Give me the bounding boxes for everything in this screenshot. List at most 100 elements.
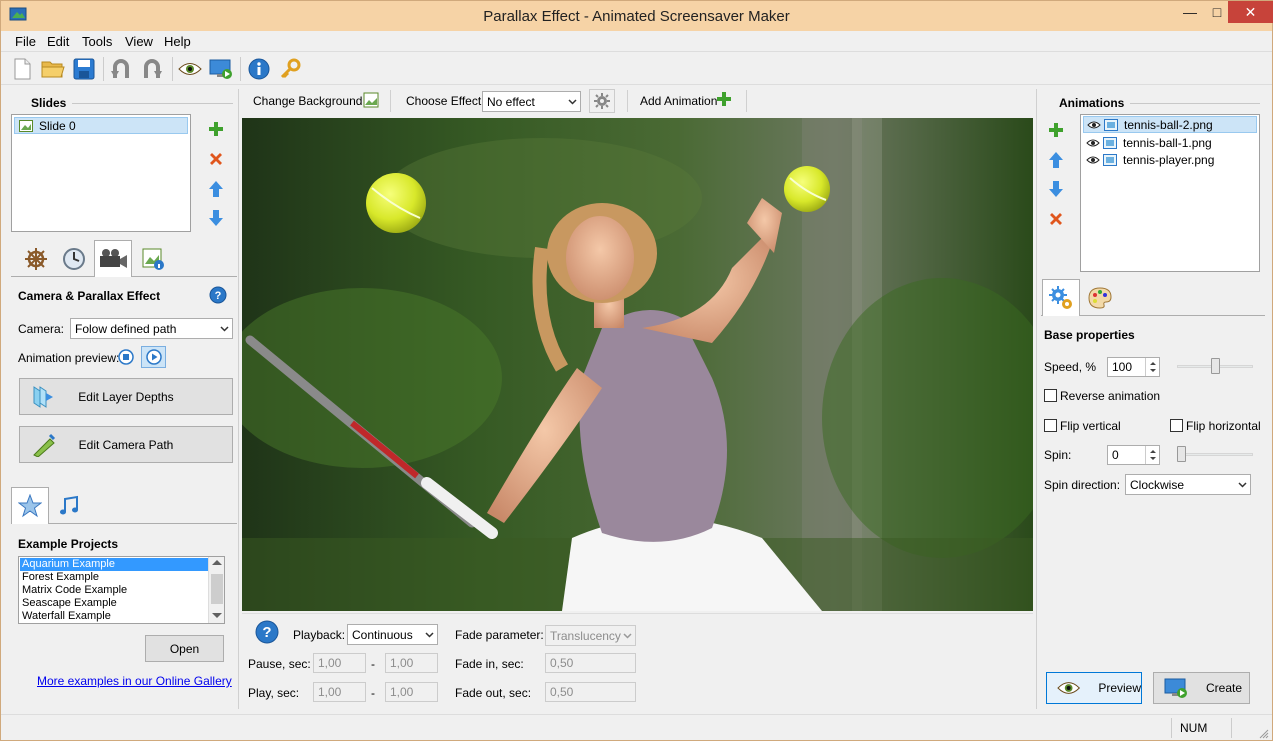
animation-item[interactable]: tennis-player.png	[1083, 151, 1257, 168]
menu-view[interactable]: View	[125, 34, 153, 49]
example-list-scrollbar[interactable]	[208, 557, 224, 623]
reverse-animation-checkbox[interactable]	[1044, 389, 1057, 402]
pause-from-field[interactable]: 1,00	[313, 653, 366, 673]
animation-item[interactable]: tennis-ball-2.png	[1083, 116, 1257, 133]
example-item[interactable]: Matrix Code Example	[20, 584, 208, 597]
scroll-down-icon[interactable]	[212, 613, 222, 618]
preview-stop-button[interactable]	[117, 348, 135, 369]
pause-dash: -	[371, 657, 375, 671]
example-projects-list[interactable]: Aquarium Example Forest Example Matrix C…	[18, 556, 225, 624]
tab-base-properties[interactable]	[1042, 279, 1080, 316]
example-item[interactable]: Waterfall Example	[20, 610, 208, 623]
preview-play-button[interactable]	[141, 346, 166, 368]
spin-stepper[interactable]	[1145, 446, 1159, 464]
speed-slider-thumb[interactable]	[1210, 358, 1220, 374]
pause-to-field[interactable]: 1,00	[385, 653, 438, 673]
spin-direction-select[interactable]: Clockwise	[1125, 474, 1251, 495]
preview-toolbar-button[interactable]	[177, 56, 203, 82]
scroll-thumb[interactable]	[211, 574, 223, 604]
tab-effects[interactable]	[17, 241, 55, 277]
spin-slider-track[interactable]	[1177, 453, 1253, 456]
fade-in-field[interactable]: 0,50	[545, 653, 636, 673]
tab-timing[interactable]	[55, 241, 93, 277]
create-button[interactable]: Create	[1153, 672, 1250, 704]
close-button[interactable]: ✕	[1228, 1, 1273, 23]
camera-help-button[interactable]: ?	[209, 286, 227, 307]
move-slide-down-button[interactable]	[206, 208, 226, 228]
example-item[interactable]: Seascape Example	[20, 597, 208, 610]
edit-layer-depths-button[interactable]: Edit Layer Depths	[19, 378, 233, 415]
play-from-field[interactable]: 1,00	[313, 682, 366, 702]
window-title: Parallax Effect - Animated Screensaver M…	[483, 8, 790, 25]
effect-settings-button[interactable]	[589, 89, 615, 113]
save-button[interactable]	[71, 56, 97, 82]
example-item[interactable]: Aquarium Example	[20, 558, 208, 571]
visibility-eye-icon[interactable]	[1086, 155, 1100, 165]
move-animation-up-button[interactable]	[1046, 150, 1066, 170]
arrow-up-icon	[209, 181, 223, 197]
animation-item[interactable]: tennis-ball-1.png	[1083, 134, 1257, 151]
preview-canvas[interactable]	[242, 118, 1033, 611]
tennis-ball-2	[366, 173, 426, 233]
menu-edit[interactable]: Edit	[47, 34, 69, 49]
change-background-button[interactable]: Change Background	[253, 94, 362, 108]
camera-panel-title: Camera & Parallax Effect	[18, 289, 161, 303]
tab-layer-info[interactable]	[134, 241, 172, 277]
register-button[interactable]	[277, 56, 303, 82]
spin-slider-thumb[interactable]	[1177, 446, 1186, 462]
eye-icon	[178, 63, 202, 75]
add-animation-icon[interactable]	[716, 91, 732, 110]
preview-button[interactable]: Preview	[1046, 672, 1142, 704]
add-slide-button[interactable]	[206, 119, 226, 139]
new-file-icon	[14, 58, 31, 80]
new-file-button[interactable]	[9, 56, 35, 82]
add-animation-side-button[interactable]	[1046, 120, 1066, 140]
slide-item[interactable]: Slide 0	[14, 117, 188, 134]
menu-file[interactable]: File	[15, 34, 36, 49]
fade-parameter-label: Fade parameter:	[455, 628, 544, 642]
speed-stepper[interactable]	[1145, 358, 1159, 376]
tab-examples[interactable]	[11, 487, 49, 524]
flip-vertical-checkbox[interactable]	[1044, 419, 1057, 432]
about-button[interactable]	[246, 56, 272, 82]
play-to-field[interactable]: 1,00	[385, 682, 438, 702]
change-background-icon[interactable]	[363, 92, 379, 111]
move-animation-down-button[interactable]	[1046, 179, 1066, 199]
visibility-eye-icon[interactable]	[1087, 120, 1101, 130]
menu-help[interactable]: Help	[164, 34, 191, 49]
redo-button[interactable]	[140, 56, 166, 82]
minimize-button[interactable]: —	[1177, 1, 1203, 23]
add-animation-button[interactable]: Add Animation	[640, 94, 717, 108]
resize-grip-icon[interactable]	[1259, 728, 1269, 741]
animations-list[interactable]: tennis-ball-2.png tennis-ball-1.png tenn…	[1080, 114, 1260, 272]
playback-select[interactable]: Continuous	[347, 624, 438, 645]
undo-button[interactable]	[109, 56, 135, 82]
slides-list[interactable]: Slide 0	[11, 114, 191, 232]
fade-parameter-select[interactable]: Translucency	[545, 625, 636, 646]
reverse-animation-label: Reverse animation	[1060, 389, 1161, 403]
camera-select[interactable]: Folow defined path	[70, 318, 233, 339]
delete-slide-button[interactable]	[206, 149, 226, 169]
maximize-button[interactable]: □	[1204, 1, 1230, 23]
playback-help-button[interactable]: ?	[255, 620, 279, 647]
menu-tools[interactable]: Tools	[82, 34, 112, 49]
tab-appearance[interactable]	[1081, 280, 1119, 316]
create-toolbar-button[interactable]	[208, 56, 234, 82]
open-example-button[interactable]: Open	[145, 635, 224, 662]
tab-music[interactable]	[50, 488, 88, 524]
scroll-up-icon[interactable]	[212, 560, 222, 565]
move-slide-up-button[interactable]	[206, 179, 226, 199]
open-folder-button[interactable]	[40, 56, 66, 82]
spin-spinbox[interactable]: 0	[1107, 445, 1160, 465]
speed-spinbox[interactable]: 100	[1107, 357, 1160, 377]
tab-camera[interactable]	[94, 240, 132, 277]
flip-horizontal-checkbox[interactable]	[1170, 419, 1183, 432]
delete-animation-button[interactable]	[1046, 209, 1066, 229]
effect-select[interactable]: No effect	[482, 91, 581, 112]
example-item[interactable]: Forest Example	[20, 571, 208, 584]
tennis-ball-1	[784, 166, 830, 212]
online-gallery-link[interactable]: More examples in our Online Gallery	[37, 674, 232, 688]
fade-out-field[interactable]: 0,50	[545, 682, 636, 702]
edit-camera-path-button[interactable]: Edit Camera Path	[19, 426, 233, 463]
visibility-eye-icon[interactable]	[1086, 138, 1100, 148]
